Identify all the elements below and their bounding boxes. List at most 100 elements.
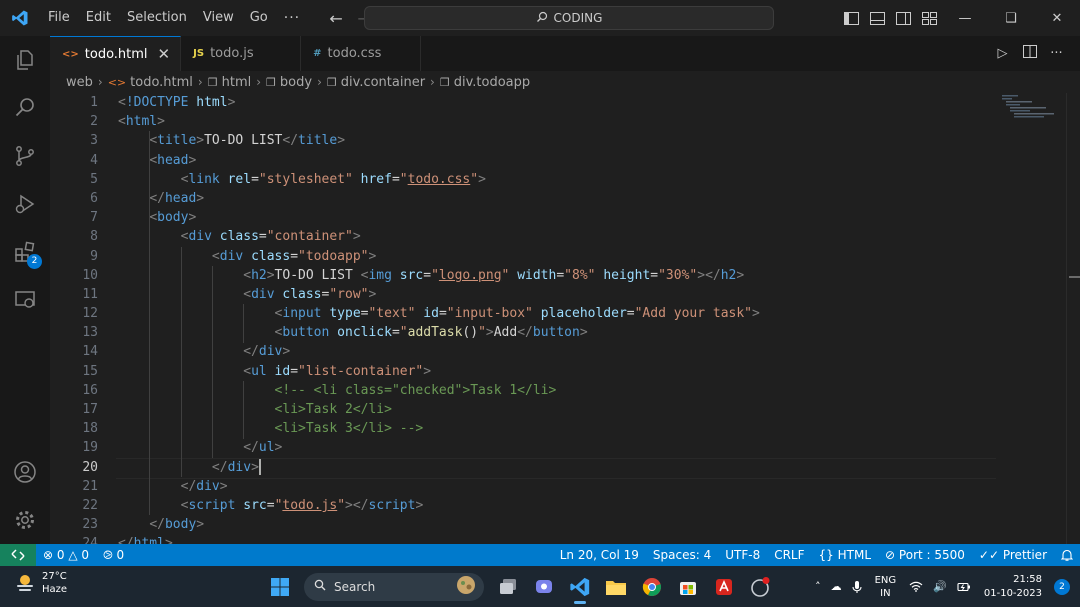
breadcrumb-item[interactable]: <> todo.html <box>108 75 193 90</box>
line-number[interactable]: 1 <box>50 93 98 112</box>
line-number[interactable]: 3 <box>50 131 98 150</box>
live-server-port[interactable]: ⊘ Port : 5500 <box>878 544 972 566</box>
more-actions-icon[interactable]: ··· <box>1043 46 1070 61</box>
line-number[interactable]: 10 <box>50 266 98 285</box>
chrome-icon[interactable] <box>634 566 670 607</box>
battery-icon[interactable] <box>952 581 976 593</box>
breadcrumb-item[interactable]: web <box>66 75 93 90</box>
remote-indicator-icon[interactable] <box>0 544 36 566</box>
microphone-icon[interactable] <box>847 580 867 594</box>
remote-explorer-icon[interactable] <box>0 276 50 324</box>
accounts-icon[interactable] <box>0 448 50 496</box>
code-line[interactable]: <!-- <li class="checked">Task 1</li> <box>118 381 760 400</box>
line-number[interactable]: 19 <box>50 438 98 457</box>
line-number[interactable]: 9 <box>50 247 98 266</box>
line-number[interactable]: 16 <box>50 381 98 400</box>
customize-layout-icon[interactable] <box>916 0 942 36</box>
code-line[interactable]: <li>Task 2</li> <box>118 400 760 419</box>
file-explorer-icon[interactable] <box>598 566 634 607</box>
breadcrumb-item[interactable]: ❒ body <box>266 75 312 90</box>
toggle-secondary-sidebar-icon[interactable] <box>890 0 916 36</box>
tab-todo-html[interactable]: <> todo.html ✕ <box>50 36 182 71</box>
code-line[interactable]: <head> <box>118 151 760 170</box>
code-line[interactable]: </ul> <box>118 438 760 457</box>
menu-view[interactable]: View <box>195 0 242 36</box>
vscode-logo-icon[interactable] <box>0 0 40 36</box>
menu-more-icon[interactable]: ··· <box>276 10 308 26</box>
breadcrumb-item[interactable]: ❒ html <box>208 75 252 90</box>
line-number[interactable]: 14 <box>50 342 98 361</box>
code-line[interactable]: <div class="todoapp"> <box>118 247 760 266</box>
vscode-taskbar-icon[interactable] <box>562 566 598 607</box>
line-number[interactable]: 17 <box>50 400 98 419</box>
line-number[interactable]: 12 <box>50 304 98 323</box>
volume-icon[interactable]: 🔊 <box>928 580 952 593</box>
restore-icon[interactable]: ❑ <box>988 0 1034 36</box>
toggle-primary-sidebar-icon[interactable] <box>838 0 864 36</box>
code-line[interactable]: <div class="row"> <box>118 285 760 304</box>
breadcrumb-item[interactable]: ❒ div.container <box>327 75 425 90</box>
notifications-bell-icon[interactable] <box>1054 544 1080 566</box>
tab-todo-js[interactable]: JS todo.js <box>181 36 302 71</box>
line-number[interactable]: 5 <box>50 170 98 189</box>
prettier-status[interactable]: ✓✓ Prettier <box>972 544 1054 566</box>
close-window-icon[interactable]: ✕ <box>1034 0 1080 36</box>
code-line[interactable]: <h2>TO-DO LIST <img src="logo.png" width… <box>118 266 760 285</box>
code-line[interactable]: <ul id="list-container"> <box>118 362 760 381</box>
breadcrumb-item[interactable]: ❒ div.todoapp <box>440 75 530 90</box>
indentation[interactable]: Spaces: 4 <box>646 544 718 566</box>
line-number[interactable]: 7 <box>50 208 98 227</box>
code-line[interactable]: </html> <box>118 534 760 544</box>
end-of-line[interactable]: CRLF <box>767 544 811 566</box>
line-number[interactable]: 20 <box>50 458 98 477</box>
search-activity-icon[interactable] <box>0 84 50 132</box>
code-line[interactable]: <body> <box>118 208 760 227</box>
line-number[interactable]: 15 <box>50 362 98 381</box>
source-control-icon[interactable] <box>0 132 50 180</box>
code-line[interactable]: <title>TO-DO LIST</title> <box>118 131 760 150</box>
input-language[interactable]: ENG IN <box>867 574 905 600</box>
line-number[interactable]: 23 <box>50 515 98 534</box>
line-number[interactable]: 4 <box>50 151 98 170</box>
minimap[interactable] <box>1000 93 1060 133</box>
run-icon[interactable]: ▷ <box>989 46 1016 61</box>
menu-file[interactable]: File <box>40 0 78 36</box>
settings-gear-icon[interactable] <box>0 496 50 544</box>
code-line[interactable]: </body> <box>118 515 760 534</box>
close-tab-icon[interactable]: ✕ <box>158 45 171 63</box>
split-editor-icon[interactable] <box>1016 45 1043 62</box>
line-number[interactable]: 18 <box>50 419 98 438</box>
line-number[interactable]: 8 <box>50 227 98 246</box>
taskbar-search[interactable]: Search <box>304 572 484 601</box>
line-number[interactable]: 22 <box>50 496 98 515</box>
cursor-position[interactable]: Ln 20, Col 19 <box>553 544 646 566</box>
vertical-scrollbar[interactable] <box>1066 93 1080 544</box>
code-line[interactable]: </head> <box>118 189 760 208</box>
line-number[interactable]: 24 <box>50 534 98 544</box>
show-hidden-icons-icon[interactable]: ˄ <box>810 580 826 593</box>
explorer-icon[interactable] <box>0 36 50 84</box>
code-line[interactable]: <!DOCTYPE html> <box>118 93 760 112</box>
clock[interactable]: 21:58 01-10-2023 <box>976 573 1050 601</box>
code-line[interactable]: <li>Task 3</li> --> <box>118 419 760 438</box>
code-lines[interactable]: <!DOCTYPE html> <html> <title>TO-DO LIST<… <box>116 93 996 544</box>
code-line[interactable]: <link rel="stylesheet" href="todo.css"> <box>118 170 760 189</box>
code-line[interactable]: </div> <box>118 477 760 496</box>
task-view-icon[interactable] <box>490 566 526 607</box>
microsoft-store-icon[interactable] <box>670 566 706 607</box>
menu-edit[interactable]: Edit <box>78 0 119 36</box>
language-mode[interactable]: {} HTML <box>812 544 879 566</box>
menu-go[interactable]: Go <box>242 0 276 36</box>
line-number[interactable]: 2 <box>50 112 98 131</box>
code-line[interactable]: </div> <box>116 457 996 479</box>
code-line[interactable]: <button onclick="addTask()">Add</button> <box>118 323 760 342</box>
code-line[interactable]: </div> <box>118 342 760 361</box>
code-line[interactable]: <input type="text" id="input-box" placeh… <box>118 304 760 323</box>
notification-center-badge[interactable]: 2 <box>1054 578 1070 595</box>
extensions-icon[interactable]: 2 <box>0 228 50 276</box>
back-arrow-icon[interactable]: ← <box>322 9 350 28</box>
toggle-panel-icon[interactable] <box>864 0 890 36</box>
app-notification-icon[interactable] <box>742 566 778 607</box>
acrobat-icon[interactable] <box>706 566 742 607</box>
command-center[interactable]: CODING <box>364 6 774 30</box>
